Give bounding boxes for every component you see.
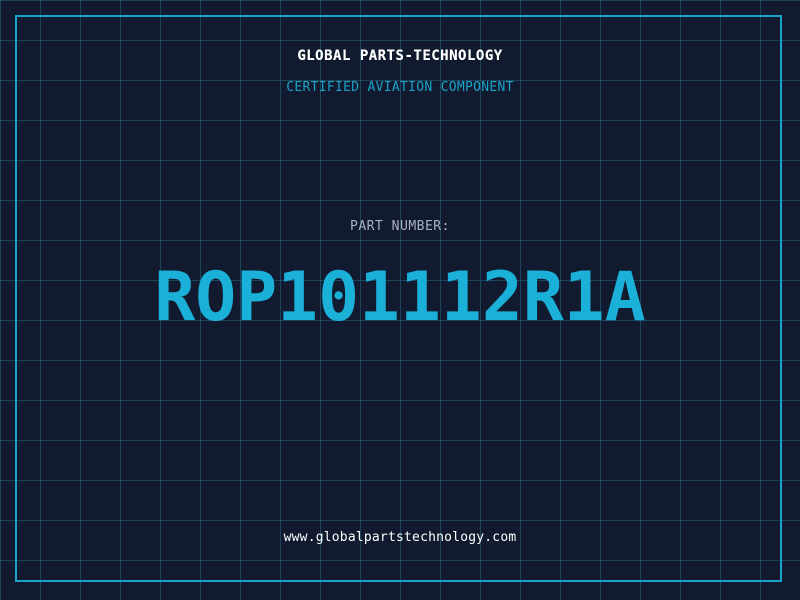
part-number-value: ROP101112R1A xyxy=(154,258,646,337)
label-card: GLOBAL PARTS-TECHNOLOGY CERTIFIED AVIATI… xyxy=(0,0,800,600)
certification-subtitle: CERTIFIED AVIATION COMPONENT xyxy=(286,80,514,95)
part-number-label: PART NUMBER: xyxy=(350,219,450,234)
website-url: www.globalpartstechnology.com xyxy=(283,530,517,545)
company-name: GLOBAL PARTS-TECHNOLOGY xyxy=(297,48,503,64)
